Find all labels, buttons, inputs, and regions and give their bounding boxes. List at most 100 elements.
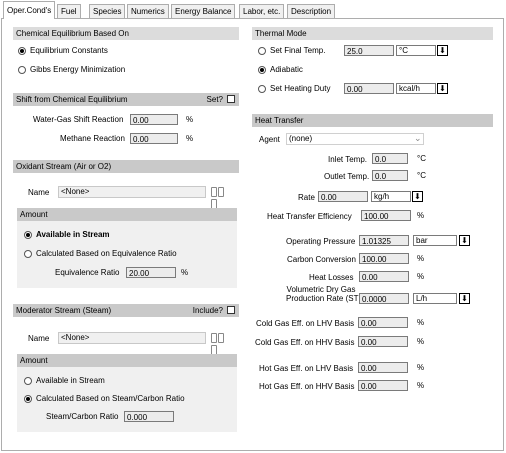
oxidant-available-label: Available in Stream [36,230,110,239]
vol-field[interactable]: 0.0000 [359,293,409,304]
rate-unit-dropdown[interactable]: kg/h [371,191,411,202]
oxidant-tools-icon[interactable] [211,187,231,209]
heat-eff-label: Heat Transfer Efficiency [267,212,352,221]
chem-eq-header: Chemical Equilibrium Based On [13,27,239,40]
vol-label-line2: Production Rate (STP) [286,294,367,303]
inlet-temp-field[interactable]: 0.0 [372,153,408,164]
vol-unit-dropdown-arrow-icon[interactable] [459,293,470,304]
shift-set-label: Set? [206,95,223,104]
heat-losses-unit: % [417,272,425,281]
carbon-conversion-field[interactable]: 100.00 [359,253,409,264]
shift-title: Shift from Chemical Equilibrium [16,95,128,104]
rate-field[interactable]: 0.00 [318,191,368,202]
tab-fuel[interactable]: Fuel [57,4,81,18]
methane-field[interactable]: 0.00 [130,133,178,144]
moderator-header: Moderator Stream (Steam) Include? [13,304,239,317]
agent-label: Agent [259,135,280,144]
heat-eff-field[interactable]: 100.00 [361,210,411,221]
outlet-temp-unit: °C [417,171,426,180]
hg-hhv-unit: % [417,381,425,390]
heating-duty-field[interactable]: 0.00 [344,83,394,94]
vol-label-line1: Volumetric Dry Gas [286,285,356,294]
moderator-amount-title: Amount [20,356,48,365]
chem-eq-title: Chemical Equilibrium Based On [16,29,129,38]
oxidant-equivalence-label: Calculated Based on Equivalence Ratio [36,249,177,258]
oxidant-name-field[interactable]: <None> [58,186,206,198]
oxidant-equivalence-radio[interactable] [24,250,32,258]
oxidant-header: Oxidant Stream (Air or O2) [13,160,239,173]
equivalence-ratio-label: Equivalence Ratio [55,268,120,277]
duty-unit-dropdown-arrow-icon[interactable] [437,83,448,94]
cg-hhv-field[interactable]: 0.00 [358,336,408,347]
oxidant-title: Oxidant Stream (Air or O2) [16,162,112,171]
agent-chevron-down-icon[interactable]: ⌄ [414,133,422,144]
final-temp-field[interactable]: 25.0 [344,45,394,56]
equivalence-ratio-unit: % [181,268,189,277]
vol-label: Volumetric Dry Gas Production Rate (STP) [286,285,367,303]
wgs-field[interactable]: 0.00 [130,114,178,125]
moderator-include-checkbox[interactable] [227,306,235,314]
moderator-name-label: Name [28,334,50,343]
vol-unit-dropdown[interactable]: L/h [413,293,457,304]
set-final-temp-radio[interactable] [258,47,266,55]
outlet-temp-field[interactable]: 0.0 [372,170,408,181]
heat-losses-label: Heat Losses [309,273,354,282]
steam-carbon-ratio-label: Steam/Carbon Ratio [46,412,119,421]
shift-header: Shift from Chemical Equilibrium Set? [13,93,239,106]
oxidant-amount-title: Amount [20,210,48,219]
agent-dropdown[interactable]: (none) [286,133,424,145]
pressure-field[interactable]: 1.01325 [359,235,409,246]
moderator-name-field[interactable]: <None> [58,332,206,344]
hg-lhv-unit: % [417,363,425,372]
moderator-available-radio[interactable] [24,377,32,385]
oxidant-name-label: Name [28,188,50,197]
thermal-header: Thermal Mode [252,27,493,40]
adiabatic-label: Adiabatic [270,65,303,74]
tab-energy-balance[interactable]: Energy Balance [171,4,236,18]
set-final-temp-label: Set Final Temp. [270,46,326,55]
hg-hhv-field[interactable]: 0.00 [358,380,408,391]
set-heating-duty-radio[interactable] [258,85,266,93]
adiabatic-radio[interactable] [258,66,266,74]
moderator-steam-carbon-radio[interactable] [24,395,32,403]
carbon-conversion-label: Carbon Conversion [287,255,356,264]
tab-species[interactable]: Species [89,4,126,18]
gibbs-radio[interactable] [18,66,26,74]
duty-unit-dropdown[interactable]: kcal/h [396,83,436,94]
rate-unit-dropdown-arrow-icon[interactable] [412,191,423,202]
pressure-unit-dropdown-arrow-icon[interactable] [459,235,470,246]
cg-lhv-unit: % [417,318,425,327]
shift-set-checkbox[interactable] [227,95,235,103]
pressure-unit-dropdown[interactable]: bar [413,235,457,246]
equivalence-ratio-field[interactable]: 20.00 [126,267,176,278]
steam-carbon-ratio-field[interactable]: 0.000 [124,411,174,422]
oxidant-available-radio[interactable] [24,231,32,239]
tab-oper-conds[interactable]: Oper.Cond's [3,1,56,19]
moderator-tools-icon[interactable] [211,333,231,355]
tab-description[interactable]: Description [287,4,336,18]
moderator-title: Moderator Stream (Steam) [16,306,112,315]
hg-lhv-field[interactable]: 0.00 [358,362,408,373]
oxidant-amount-header: Amount [17,208,237,221]
tab-numerics[interactable]: Numerics [127,4,169,18]
heat-eff-unit: % [417,211,425,220]
equilibrium-constants-radio[interactable] [18,47,26,55]
heat-transfer-title: Heat Transfer [255,116,304,125]
carbon-conversion-unit: % [417,254,425,263]
tab-labor[interactable]: Labor, etc. [239,4,285,18]
methane-unit: % [186,134,194,143]
temp-unit-dropdown-arrow-icon[interactable] [437,45,448,56]
inlet-temp-unit: °C [417,154,426,163]
cg-lhv-label: Cold Gas Eff. on LHV Basis [256,319,355,328]
tab-bar: Oper.Cond's Fuel Species Numerics Energy… [0,0,506,20]
equilibrium-constants-label: Equilibrium Constants [30,46,108,55]
hg-lhv-label: Hot Gas Eff. on LHV Basis [259,364,354,373]
outlet-temp-label: Outlet Temp. [324,172,370,181]
wgs-unit: % [186,115,194,124]
pressure-label: Operating Pressure [286,237,356,246]
set-heating-duty-label: Set Heating Duty [270,84,331,93]
heat-losses-field[interactable]: 0.00 [359,271,409,282]
cg-hhv-unit: % [417,337,425,346]
cg-lhv-field[interactable]: 0.00 [358,317,408,328]
temp-unit-dropdown[interactable]: °C [396,45,436,56]
